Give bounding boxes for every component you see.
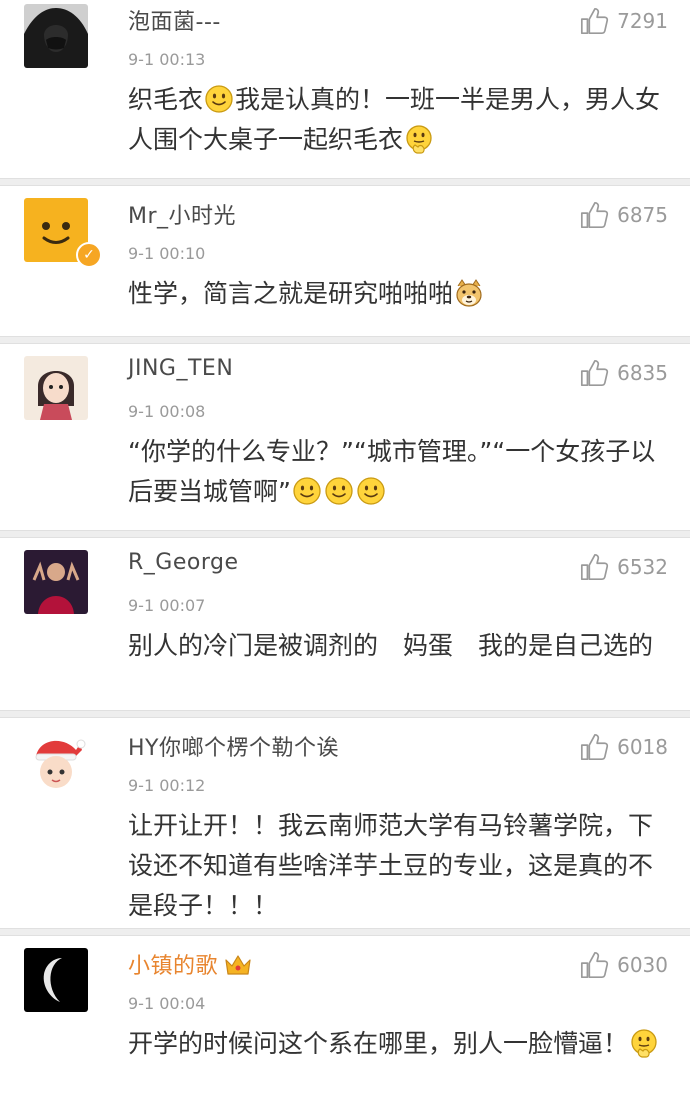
avatar[interactable] [24, 948, 88, 1012]
comment-time: 9-1 00:13 [128, 50, 206, 69]
like-button[interactable]: 7291 [579, 6, 668, 36]
thinking-emoji-icon [404, 124, 434, 154]
comment-item: HY你啷个楞个勒个诶 9-1 00:12 6018 让开让开！！我云南师范大学有… [0, 726, 690, 928]
username[interactable]: Mr_小时光 [128, 198, 236, 230]
like-button[interactable]: 6018 [579, 732, 668, 762]
comment-time: 9-1 00:10 [128, 244, 206, 263]
comment-time: 9-1 00:08 [128, 402, 206, 421]
thumbs-up-icon[interactable] [579, 6, 609, 36]
divider [0, 928, 690, 936]
smile-emoji-icon [356, 476, 386, 506]
comment-text: 开学的时候问这个系在哪里，别人一脸懵逼！ [128, 1024, 668, 1064]
username[interactable]: 泡面菌--- [128, 4, 221, 36]
smile-emoji-icon [204, 84, 234, 114]
avatar[interactable] [24, 356, 88, 420]
smile-emoji-icon [324, 476, 354, 506]
username[interactable]: JING_TEN [128, 356, 233, 381]
comment-text: “你学的什么专业？”“城市管理。”“一个女孩子以后要当城管啊” [128, 437, 656, 506]
like-count: 6875 [617, 203, 668, 227]
like-button[interactable]: 6835 [579, 358, 668, 388]
smile-emoji-icon [292, 476, 322, 506]
thumbs-up-icon[interactable] [579, 552, 609, 582]
thumbs-up-icon[interactable] [579, 358, 609, 388]
divider [0, 710, 690, 718]
comment-text: 别人的冷门是被调剂的 妈蛋 我的是自己选的 [128, 631, 654, 660]
username[interactable]: R_George [128, 550, 239, 575]
comment-item: JING_TEN 9-1 00:08 6835 “你学的什么专业？”“城市管理。… [0, 352, 690, 530]
like-count: 6030 [617, 953, 668, 977]
divider [0, 530, 690, 538]
comment-item: ✓ Mr_小时光 9-1 00:10 6875 性学，简言之就是研究啪啪啪 [0, 194, 690, 336]
comment-item: R_George 9-1 00:07 6532 别人的冷门是被调剂的 妈蛋 我的… [0, 546, 690, 710]
like-count: 7291 [617, 9, 668, 33]
verified-badge-icon: ✓ [76, 242, 102, 268]
comment-time: 9-1 00:04 [128, 994, 206, 1013]
thumbs-up-icon[interactable] [579, 200, 609, 230]
comment-text: 让开让开！！我云南师范大学有马铃薯学院，下设还不知道有些啥洋芋土豆的专业，这是真… [128, 811, 654, 920]
username[interactable]: 小镇的歌 [128, 948, 252, 980]
like-button[interactable]: 6875 [579, 200, 668, 230]
username[interactable]: HY你啷个楞个勒个诶 [128, 730, 339, 762]
divider [0, 178, 690, 186]
comment-time: 9-1 00:07 [128, 596, 206, 615]
avatar[interactable] [24, 730, 88, 794]
like-count: 6018 [617, 735, 668, 759]
like-count: 6835 [617, 361, 668, 385]
comment-item: 小镇的歌 9-1 00:04 6030 开学的时候问这个系在哪里，别人一脸懵逼！ [0, 944, 690, 1120]
comment-feed: 泡面菌--- 9-1 00:13 7291 织毛衣 我是认真的！一班一半是男人，男… [0, 0, 690, 1120]
thumbs-up-icon[interactable] [579, 950, 609, 980]
comment-item: 泡面菌--- 9-1 00:13 7291 织毛衣 我是认真的！一班一半是男人，男… [0, 0, 690, 178]
like-button[interactable]: 6532 [579, 552, 668, 582]
comment-text: 性学，简言之就是研究啪啪啪 [128, 274, 668, 314]
doge-emoji-icon [454, 278, 484, 308]
divider [0, 336, 690, 344]
like-count: 6532 [617, 555, 668, 579]
avatar[interactable] [24, 550, 88, 614]
avatar[interactable] [24, 4, 88, 68]
like-button[interactable]: 6030 [579, 950, 668, 980]
thinking-emoji-icon [629, 1028, 659, 1058]
comment-text: 织毛衣 我是认真的！一班一半是男人，男人女人围个大桌子一起织毛衣 [128, 84, 661, 154]
comment-time: 9-1 00:12 [128, 776, 206, 795]
crown-icon [225, 955, 251, 975]
thumbs-up-icon[interactable] [579, 732, 609, 762]
